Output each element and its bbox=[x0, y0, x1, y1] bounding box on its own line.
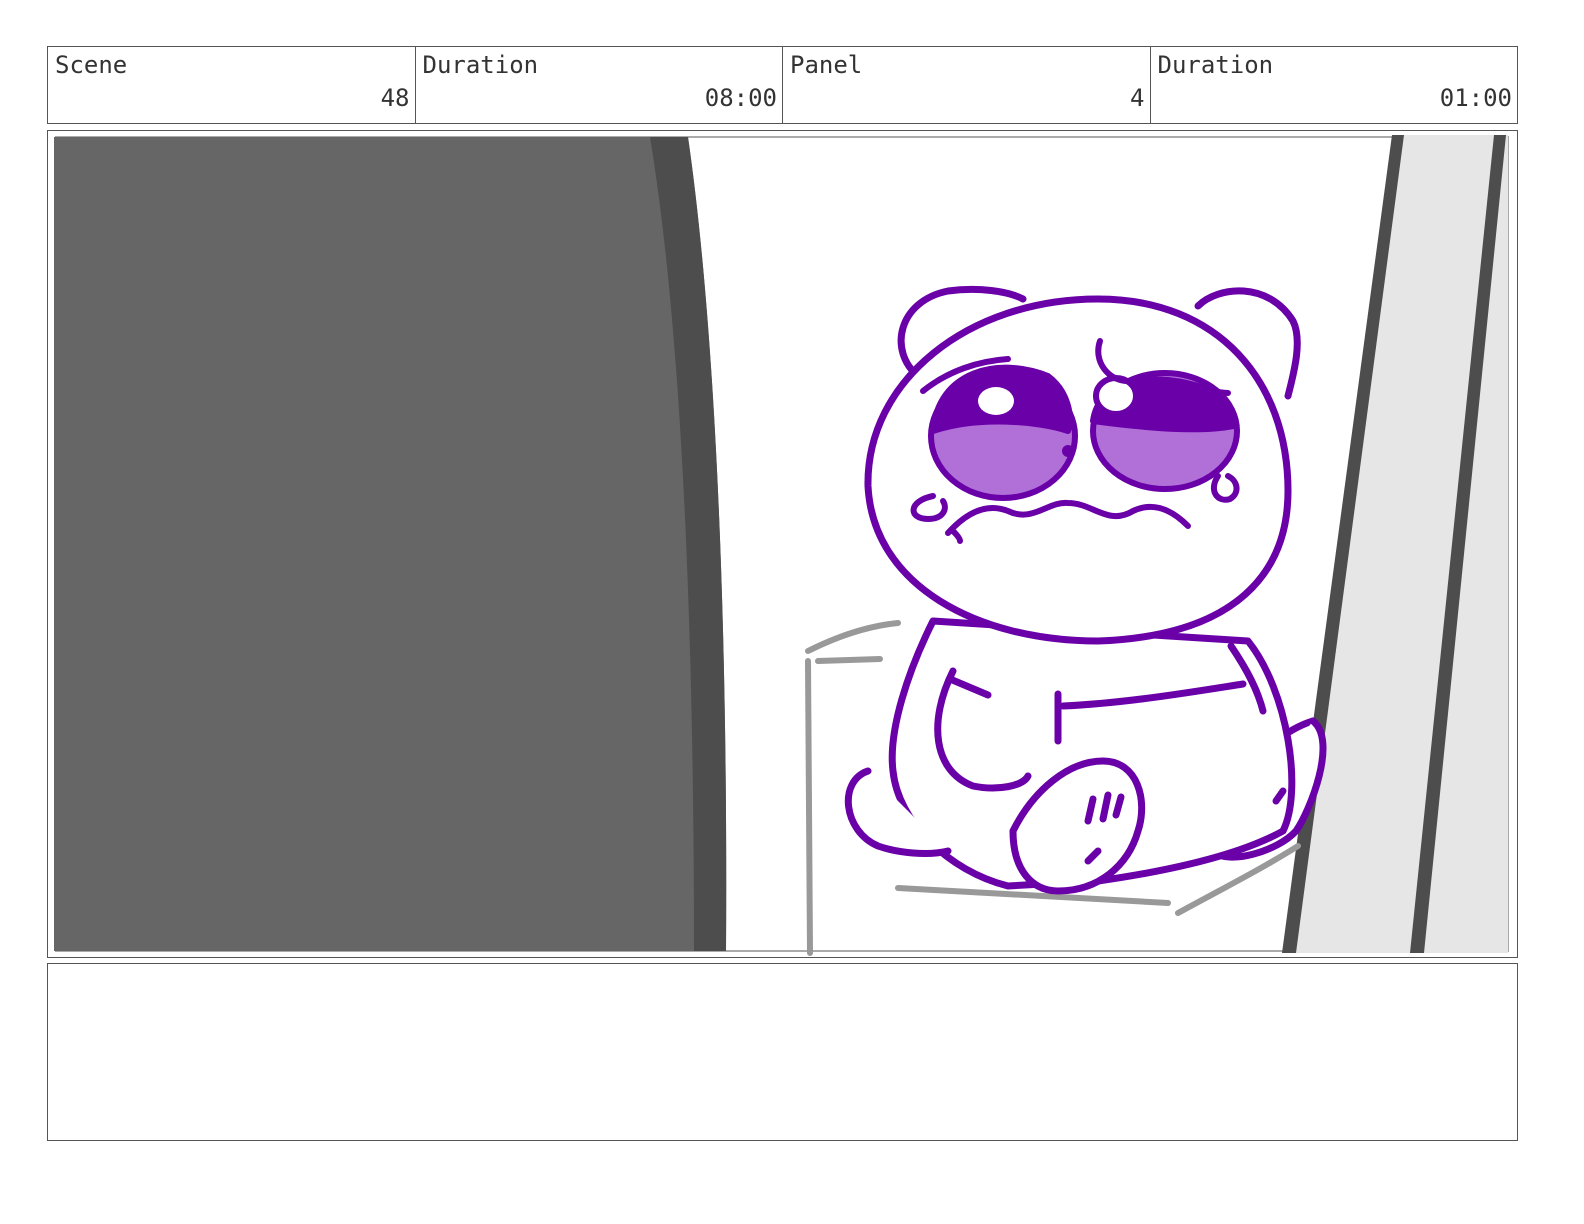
right-wall bbox=[1286, 135, 1508, 953]
scene-duration-cell: Duration 08:00 bbox=[416, 47, 783, 123]
scene-duration-value: 08:00 bbox=[704, 84, 777, 112]
panel-duration-cell: Duration 01:00 bbox=[1151, 47, 1518, 123]
left-shadow-shape bbox=[54, 137, 727, 951]
scene-label: Scene bbox=[55, 51, 128, 79]
scene-number: 48 bbox=[380, 84, 410, 112]
panel-duration-label: Duration bbox=[1157, 51, 1274, 79]
notes-box bbox=[47, 963, 1518, 1141]
panel-cell: Panel 4 bbox=[783, 47, 1151, 123]
storyboard-panel-image bbox=[47, 130, 1518, 958]
storyboard-header: Scene 48 Duration 08:00 Panel 4 Duration… bbox=[47, 46, 1518, 124]
panel-artwork bbox=[54, 135, 1509, 956]
panel-label: Panel bbox=[790, 51, 863, 79]
scene-cell: Scene 48 bbox=[48, 47, 416, 123]
scene-duration-label: Duration bbox=[422, 51, 539, 79]
panel-number: 4 bbox=[1130, 84, 1145, 112]
right-tear bbox=[1210, 473, 1240, 503]
crying-bear-icon bbox=[844, 285, 1327, 895]
panel-duration-value: 01:00 bbox=[1439, 84, 1512, 112]
